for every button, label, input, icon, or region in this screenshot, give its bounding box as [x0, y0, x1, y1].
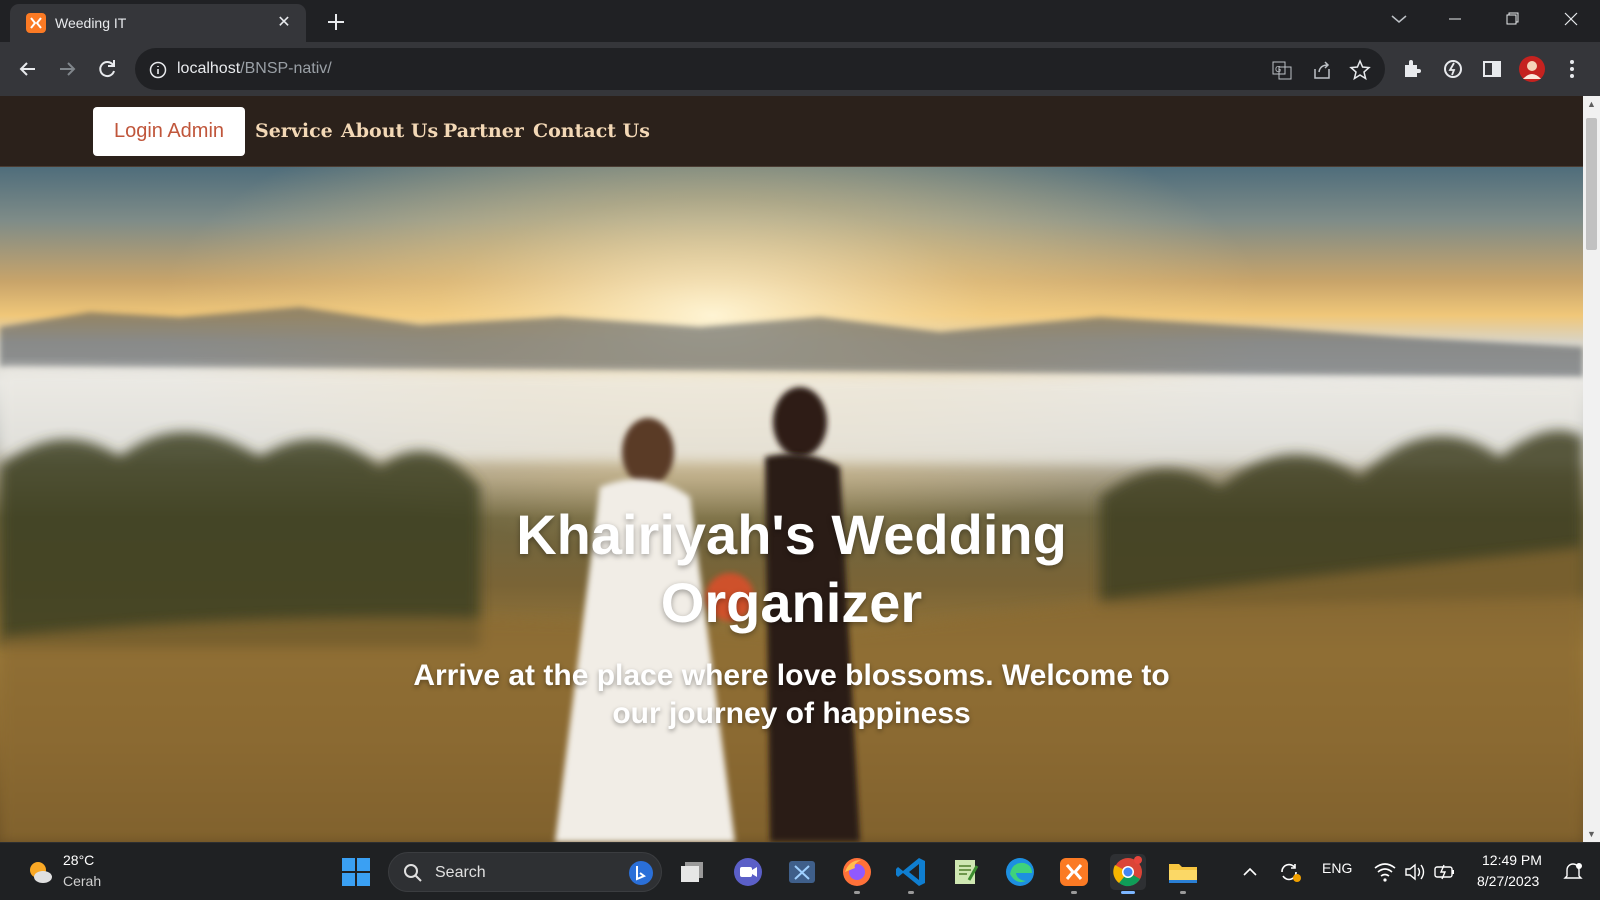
page-scrollbar[interactable]: ▲ ▼ [1583, 96, 1600, 842]
bing-icon[interactable] [627, 859, 655, 887]
search-icon [404, 864, 422, 882]
clock-time[interactable]: 12:49 PM [1482, 852, 1542, 868]
scroll-thumb[interactable] [1586, 118, 1597, 250]
back-icon[interactable] [14, 55, 42, 83]
profile-avatar[interactable] [1518, 55, 1546, 83]
nav-link-partner[interactable]: Partner [443, 120, 524, 142]
weather-icon[interactable] [26, 858, 54, 886]
taskbar-search[interactable]: Search [388, 852, 662, 892]
notifications-icon[interactable] [1560, 854, 1596, 890]
edge-icon[interactable] [1002, 854, 1038, 890]
search-label: Search [435, 864, 486, 881]
browser-tab[interactable]: Weeding IT ✕ [10, 4, 306, 42]
translate-icon[interactable]: G [1271, 59, 1293, 81]
meet-app-icon[interactable] [730, 854, 766, 890]
nav-link-contact-us[interactable]: Contact Us [533, 120, 650, 142]
weather-temperature[interactable]: 28°C [63, 852, 94, 868]
vscode-icon[interactable] [893, 854, 929, 894]
extensions-icon[interactable] [1399, 55, 1427, 83]
app-running-indicator [854, 891, 860, 894]
tab-title: Weeding IT [55, 15, 127, 31]
app-running-indicator [1180, 891, 1186, 894]
xampp-favicon-icon [26, 13, 46, 33]
address-bar[interactable]: localhost/BNSP-nativ/ G [135, 48, 1385, 90]
nav-link-service[interactable]: Service [255, 120, 333, 142]
file-explorer-icon[interactable] [1165, 854, 1201, 894]
scroll-up-icon[interactable]: ▲ [1587, 99, 1596, 109]
app-active-indicator [1121, 891, 1135, 894]
bookmark-star-icon[interactable] [1349, 59, 1371, 81]
snipping-tool-icon[interactable] [784, 854, 820, 890]
browser-toolbar: localhost/BNSP-nativ/ G [0, 42, 1600, 96]
sync-icon[interactable] [1274, 854, 1310, 890]
tab-close-icon[interactable]: ✕ [272, 11, 296, 35]
minimize-icon[interactable] [1432, 4, 1478, 34]
scroll-down-icon[interactable]: ▼ [1587, 829, 1596, 839]
new-tab-icon[interactable] [321, 7, 351, 37]
tab-search-icon[interactable] [1376, 4, 1422, 34]
hero-subtitle: Arrive at the place where love blossoms.… [413, 659, 1170, 730]
tab-strip: Weeding IT ✕ [0, 0, 1600, 42]
performance-icon[interactable] [1439, 55, 1467, 83]
restore-icon[interactable] [1490, 4, 1536, 34]
close-window-icon[interactable] [1548, 4, 1594, 34]
windows-taskbar: 28°C Cerah Search ENG 12:49 PM 8/27/2023 [0, 842, 1600, 900]
clock-date[interactable]: 8/27/2023 [1477, 873, 1539, 889]
reload-icon[interactable] [93, 55, 121, 83]
task-view-icon[interactable] [675, 854, 711, 890]
app-running-indicator [1071, 891, 1077, 894]
windows-start-icon[interactable] [341, 857, 371, 887]
url-text: localhost/BNSP-nativ/ [177, 60, 332, 77]
site-navbar: Login Admin Service About Us Partner Con… [0, 96, 1583, 167]
battery-icon[interactable] [1432, 854, 1468, 890]
language-indicator[interactable]: ENG [1322, 860, 1352, 876]
hero-title: Khairiyah's Wedding Organizer [516, 503, 1067, 634]
side-panel-icon[interactable] [1478, 55, 1506, 83]
notepad-icon[interactable] [947, 854, 983, 890]
page-viewport: Login Admin Service About Us Partner Con… [0, 96, 1600, 842]
hero-section: Khairiyah's Wedding Organizer Arrive at … [0, 167, 1583, 842]
chrome-menu-icon[interactable] [1558, 55, 1586, 83]
tray-overflow-icon[interactable] [1238, 854, 1274, 890]
share-icon[interactable] [1311, 59, 1333, 81]
login-admin-button[interactable]: Login Admin [93, 107, 245, 156]
nav-link-about-us[interactable]: About Us [341, 120, 438, 142]
forward-icon[interactable] [53, 55, 81, 83]
chrome-taskbar-icon[interactable] [1110, 854, 1146, 894]
svg-text:G: G [1275, 65, 1281, 74]
firefox-icon[interactable] [839, 854, 875, 894]
app-running-indicator [908, 891, 914, 894]
site-info-icon[interactable] [147, 59, 169, 81]
xampp-icon[interactable] [1056, 854, 1092, 894]
weather-description[interactable]: Cerah [63, 873, 101, 889]
